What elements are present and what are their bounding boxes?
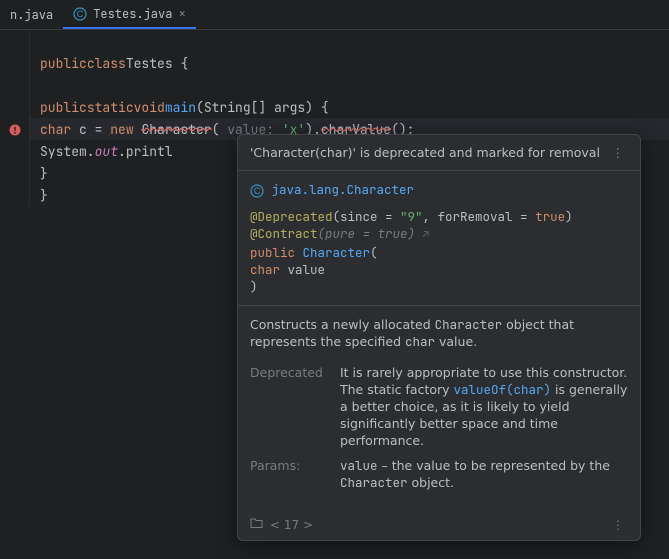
documentation-popup: 'Character(char)' is deprecated and mark… (237, 134, 641, 541)
deprecated-text: It is rarely appropriate to use this con… (340, 364, 628, 449)
fqcn-link[interactable]: java.lang.Character (272, 181, 415, 198)
class-icon: C (250, 181, 264, 198)
popup-title: 'Character(char)' is deprecated and mark… (250, 145, 600, 160)
error-icon[interactable] (9, 123, 21, 135)
gutter (0, 30, 30, 206)
valueof-link[interactable]: valueOf(char) (454, 381, 552, 398)
external-link-icon[interactable]: ↗ (423, 228, 430, 242)
svg-text:C: C (254, 186, 261, 196)
jdk-nav[interactable]: < 17 > (270, 518, 313, 532)
params-label: Params: (250, 457, 330, 491)
more-icon[interactable]: ⋮ (608, 145, 629, 160)
deprecated-label: Deprecated (250, 364, 330, 449)
more-icon[interactable]: ⋮ (608, 518, 628, 532)
tab-label: n.java (10, 7, 53, 23)
java-class-icon: C (73, 7, 87, 21)
description: Constructs a newly allocated Character o… (238, 306, 640, 360)
editor-tabs: n.java C Testes.java × (0, 0, 669, 30)
svg-text:C: C (77, 9, 84, 19)
params-text: value – the value to be represented by t… (340, 457, 628, 491)
close-icon[interactable]: × (178, 5, 186, 22)
tab-label: Testes.java (93, 6, 172, 22)
tab-active[interactable]: C Testes.java × (63, 0, 196, 29)
folder-icon[interactable] (250, 517, 264, 532)
tab-inactive[interactable]: n.java (0, 0, 63, 29)
